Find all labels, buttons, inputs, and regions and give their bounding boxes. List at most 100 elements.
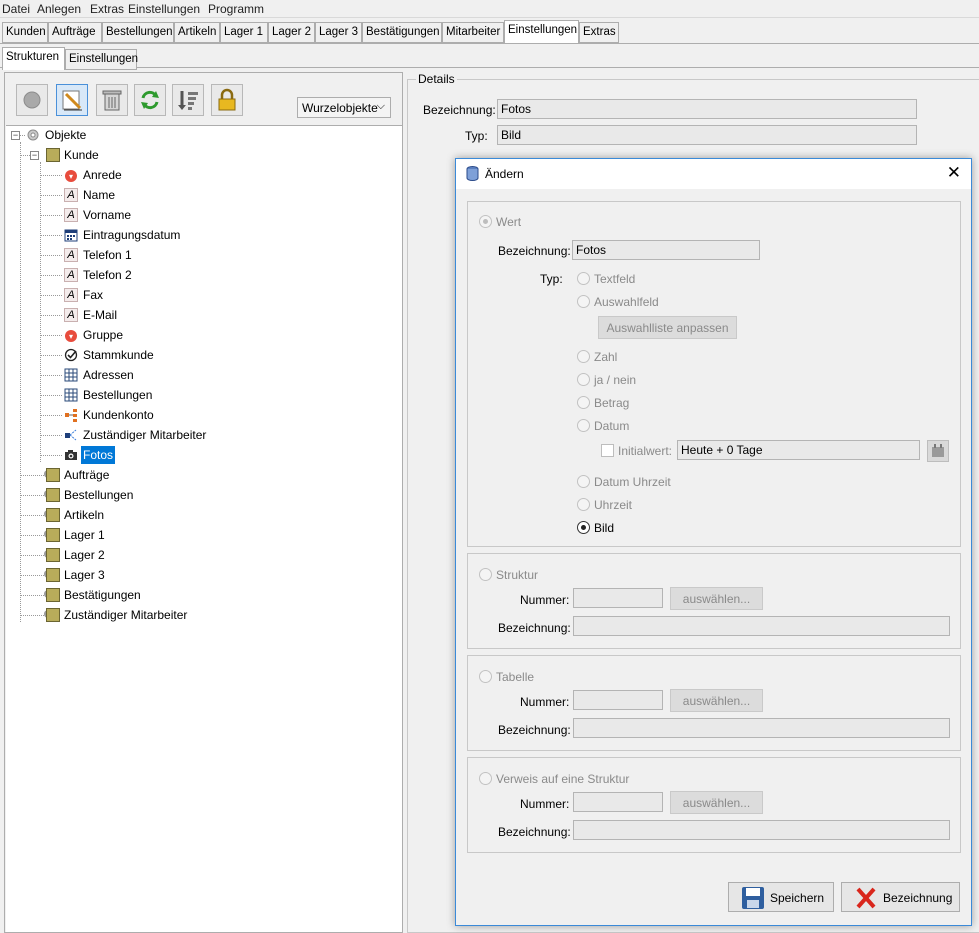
tree-node-bestaetigungen[interactable]: Bestätigungen: [46, 586, 196, 604]
tree-node-telefon-2[interactable]: A Telefon 2: [64, 266, 264, 284]
refresh-button[interactable]: [134, 84, 166, 116]
tree-node-anrede[interactable]: ▾ Anrede: [64, 166, 264, 184]
initialwert-field[interactable]: Heute + 0 Tage: [677, 440, 920, 460]
tabelle-nummer-field[interactable]: [573, 690, 663, 710]
tree-node-adressen[interactable]: Adressen: [64, 366, 264, 384]
tree-node-lager-3[interactable]: Lager 3: [46, 566, 196, 584]
struktur-select-button[interactable]: auswählen...: [670, 587, 763, 610]
type-radio-datum[interactable]: [577, 419, 590, 432]
auswahlliste-anpassen-button[interactable]: Auswahlliste anpassen: [598, 316, 737, 339]
text-field-icon: A: [64, 188, 78, 202]
type-radio-datum-uhrzeit[interactable]: [577, 475, 590, 488]
verweis-select-button[interactable]: auswählen...: [670, 791, 763, 814]
type-label-ja-nein: ja / nein: [594, 373, 637, 387]
tree-node-fax[interactable]: A Fax: [64, 286, 264, 304]
wert-typ-label: Typ:: [540, 272, 563, 286]
sort-button[interactable]: [172, 84, 204, 116]
tab-bestellungen[interactable]: Bestellungen: [102, 22, 174, 43]
dialog-titlebar[interactable]: Ändern ✕: [456, 159, 971, 189]
tabelle-select-button[interactable]: auswählen...: [670, 689, 763, 712]
tab-extras[interactable]: Extras: [579, 22, 619, 43]
tab-auftraege[interactable]: Aufträge: [48, 22, 102, 43]
table-icon: [64, 388, 78, 402]
type-radio-textfeld[interactable]: [577, 272, 590, 285]
menu-datei[interactable]: Datei: [2, 2, 30, 16]
tab-bestaetigungen[interactable]: Bestätigungen: [362, 22, 442, 43]
type-radio-ja-nein[interactable]: [577, 373, 590, 386]
initialwert-picker-button[interactable]: [927, 440, 949, 462]
tab-einstellungen[interactable]: Einstellungen: [504, 20, 579, 43]
struktur-bezeichnung-field[interactable]: [573, 616, 950, 636]
struktur-nummer-field[interactable]: [573, 588, 663, 608]
tree-node-kundenkonto[interactable]: Kundenkonto: [64, 406, 264, 424]
tab-mitarbeiter[interactable]: Mitarbeiter: [442, 22, 504, 43]
text-field-icon: A: [64, 288, 78, 302]
tree-node-bestellungen[interactable]: Bestellungen: [46, 486, 196, 504]
verweis-bezeichnung-field[interactable]: [573, 820, 950, 840]
gear-icon: [27, 129, 39, 141]
tab-lager-2[interactable]: Lager 2: [268, 22, 315, 43]
verweis-nummer-field[interactable]: [573, 792, 663, 812]
tree-node-stammkunde[interactable]: Stammkunde: [64, 346, 264, 364]
type-radio-zahl[interactable]: [577, 350, 590, 363]
tab-kunden[interactable]: Kunden: [2, 22, 48, 43]
tree-node-email[interactable]: A E-Mail: [64, 306, 264, 324]
tree-node-zustaendiger-mitarbeiter-child[interactable]: Zuständiger Mitarbeiter: [64, 426, 264, 444]
menu-einstellungen[interactable]: Einstellungen: [128, 2, 200, 16]
subtab-einstellungen[interactable]: Einstellungen: [65, 49, 138, 70]
menu-anlegen[interactable]: Anlegen: [37, 2, 81, 16]
text-field-icon: A: [64, 268, 78, 282]
tree-collapse-root[interactable]: −: [11, 131, 20, 140]
tree-node-telefon-1[interactable]: A Telefon 1: [64, 246, 264, 264]
type-radio-auswahlfeld[interactable]: [577, 295, 590, 308]
sort-icon: [178, 91, 198, 110]
tab-lager-3[interactable]: Lager 3: [315, 22, 362, 43]
initialwert-checkbox[interactable]: [601, 444, 614, 457]
tabelle-radio[interactable]: [479, 670, 492, 683]
wert-group: Wert Bezeichnung: Fotos Typ: Textfeld Au…: [467, 201, 961, 547]
type-radio-bild[interactable]: [577, 521, 590, 534]
delete-button[interactable]: [96, 84, 128, 116]
lock-button[interactable]: [211, 84, 243, 116]
save-button[interactable]: Speichern: [728, 882, 834, 912]
menu-extras[interactable]: Extras: [90, 2, 124, 16]
tree-node-auftraege[interactable]: Aufträge: [46, 466, 196, 484]
details-bezeichnung-field[interactable]: Fotos: [497, 99, 917, 119]
wert-bezeichnung-field[interactable]: Fotos: [572, 240, 760, 260]
menu-bar: Datei Anlegen Extras Einstellungen Progr…: [0, 0, 979, 18]
verweis-label: Verweis auf eine Struktur: [496, 772, 630, 786]
subtab-strukturen[interactable]: Strukturen: [2, 47, 65, 70]
lock-icon: [218, 88, 236, 111]
tab-lager-1[interactable]: Lager 1: [220, 22, 268, 43]
record-button[interactable]: [16, 84, 48, 116]
tree-node-kunde[interactable]: Kunde: [46, 146, 146, 164]
struktur-radio[interactable]: [479, 568, 492, 581]
close-icon[interactable]: ✕: [947, 163, 961, 183]
edit-button[interactable]: [56, 84, 88, 116]
tabelle-bezeichnung-field[interactable]: [573, 718, 950, 738]
tree-node-zustaendiger-mitarbeiter[interactable]: Zuständiger Mitarbeiter: [46, 606, 246, 624]
tree-node-lager-2[interactable]: Lager 2: [46, 546, 196, 564]
verweis-radio[interactable]: [479, 772, 492, 785]
tree-node-vorname[interactable]: A Vorname: [64, 206, 264, 224]
folder-icon: [46, 148, 60, 162]
details-typ-field[interactable]: Bild: [497, 125, 917, 145]
tree-node-root[interactable]: Objekte: [26, 126, 126, 144]
details-bezeichnung-label: Bezeichnung:: [423, 103, 496, 117]
menu-programm[interactable]: Programm: [208, 2, 264, 16]
root-objects-combo[interactable]: Wurzelobjekte ⌵: [297, 97, 391, 118]
tree-node-lager-1[interactable]: Lager 1: [46, 526, 196, 544]
tree-node-eintragungsdatum[interactable]: Eintragungsdatum: [64, 226, 264, 244]
tree-collapse-kunde[interactable]: −: [30, 151, 39, 160]
tree-node-gruppe[interactable]: ▾ Gruppe: [64, 326, 264, 344]
tree-node-name[interactable]: A Name: [64, 186, 264, 204]
tab-artikeln[interactable]: Artikeln: [174, 22, 220, 43]
check-circle-icon: [64, 348, 78, 362]
wert-radio[interactable]: [479, 215, 492, 228]
type-radio-betrag[interactable]: [577, 396, 590, 409]
tree-node-artikeln[interactable]: Artikeln: [46, 506, 196, 524]
cancel-button[interactable]: Bezeichnung: [841, 882, 960, 912]
tree-node-bestellungen-child[interactable]: Bestellungen: [64, 386, 264, 404]
type-radio-uhrzeit[interactable]: [577, 498, 590, 511]
tree-node-fotos[interactable]: Fotos: [64, 446, 264, 464]
